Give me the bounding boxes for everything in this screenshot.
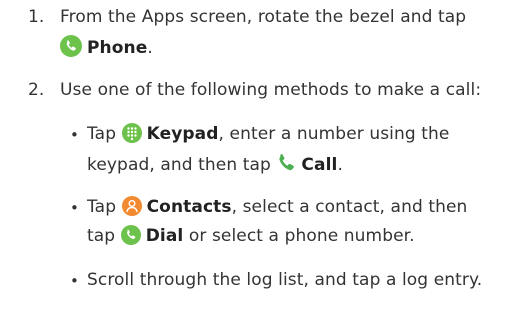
bullet-text: Scroll through the log list, and tap a l… <box>87 270 483 290</box>
bullet-text-part: or select a phone number. <box>183 226 415 246</box>
bullet-marker: • <box>70 126 79 144</box>
bullet-text: Tap Keypad, enter a number using the <box>87 123 449 145</box>
bullet-text-line2: tap Dial or select a phone number. <box>87 225 415 247</box>
step-text: Use one of the following methods to make… <box>60 80 482 100</box>
phone-label: Phone <box>87 38 148 58</box>
bullet-marker: • <box>70 272 79 290</box>
period: . <box>147 38 153 58</box>
bullet-text-line2: keypad, and then tap Call. <box>87 152 343 175</box>
dial-icon <box>120 225 141 245</box>
bullet-marker: • <box>70 199 79 217</box>
dial-label: Dial <box>145 226 184 246</box>
step-number: 2. <box>28 80 45 100</box>
bullet-text: Tap Contacts, select a contact, and then <box>87 196 467 218</box>
contacts-icon <box>121 196 142 216</box>
keypad-label: Keypad <box>146 124 219 144</box>
step-number: 1. <box>28 7 45 27</box>
step-text: From the Apps screen, rotate the bezel a… <box>60 7 467 27</box>
bullet-text-part: Tap <box>87 197 117 217</box>
bullet-text-part: keypad, and then tap <box>87 155 271 175</box>
bullet-text-part: Tap <box>87 124 117 144</box>
bullet-text-part: tap <box>87 226 116 246</box>
period: . <box>337 155 343 175</box>
keypad-icon <box>121 123 142 143</box>
instruction-page: { "steps": [ { "number": "1.", "line1_te… <box>0 0 526 318</box>
bullet-text-part: , select a contact, and then <box>231 197 468 217</box>
phone-icon <box>60 35 82 57</box>
bullet-text-part: , enter a number using the <box>218 124 450 144</box>
step-text-line2: Phone. <box>60 35 153 58</box>
call-handset-icon <box>276 152 298 174</box>
call-label: Call <box>301 155 338 175</box>
contacts-label: Contacts <box>146 197 232 217</box>
